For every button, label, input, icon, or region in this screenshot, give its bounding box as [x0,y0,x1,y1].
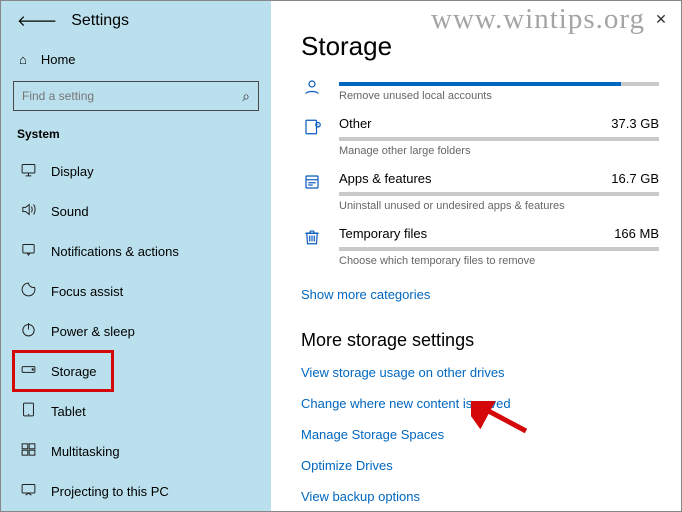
sidebar-item-multitasking[interactable]: Multitasking [13,431,259,471]
sidebar: 🡐 Settings ⌂ Home ⌕ System Display Sound [1,1,271,511]
search-input[interactable] [14,82,258,110]
more-settings-title: More storage settings [301,330,659,351]
category-subtext: Choose which temporary files to remove [339,255,659,267]
svg-text:?: ? [317,123,319,127]
other-icon: ? [301,116,323,157]
search-box[interactable]: ⌕ [13,81,259,111]
usage-bar [339,82,659,86]
sidebar-home[interactable]: ⌂ Home [13,46,259,81]
sidebar-item-projecting[interactable]: Projecting to this PC [13,471,259,511]
link-view-usage-other-drives[interactable]: View storage usage on other drives [301,365,659,380]
temp-icon [301,226,323,267]
notifications-icon [19,241,37,261]
sidebar-item-display[interactable]: Display [13,151,259,191]
sidebar-item-label: Sound [51,204,89,219]
usage-bar [339,137,659,141]
sidebar-item-label: Display [51,164,94,179]
usage-bar [339,247,659,251]
sidebar-item-label: Projecting to this PC [51,484,169,499]
multitasking-icon [19,441,37,461]
home-icon: ⌂ [19,52,27,67]
display-icon [19,161,37,181]
sidebar-item-label: Tablet [51,404,86,419]
category-subtext: Manage other large folders [339,145,659,157]
accounts-icon [301,76,323,102]
back-button[interactable]: 🡐 [17,11,57,30]
tablet-icon [19,401,37,421]
sound-icon [19,201,37,221]
sidebar-item-notifications[interactable]: Notifications & actions [13,231,259,271]
sidebar-item-label: Multitasking [51,444,120,459]
storage-category-accounts[interactable]: Remove unused local accounts [301,76,659,102]
page-title: Storage [301,31,659,62]
category-subtext: Uninstall unused or undesired apps & fea… [339,200,659,212]
link-optimize-drives[interactable]: Optimize Drives [301,458,659,473]
sidebar-item-sound[interactable]: Sound [13,191,259,231]
category-size: 166 MB [614,226,659,241]
sidebar-item-tablet[interactable]: Tablet [13,391,259,431]
link-manage-storage-spaces[interactable]: Manage Storage Spaces [301,427,659,442]
show-more-categories-link[interactable]: Show more categories [301,287,430,302]
storage-category-apps[interactable]: Apps & features 16.7 GB Uninstall unused … [301,171,659,212]
sidebar-item-focus[interactable]: Focus assist [13,271,259,311]
storage-category-temp[interactable]: Temporary files 166 MB Choose which tempo… [301,226,659,267]
focus-icon [19,281,37,301]
usage-bar [339,192,659,196]
category-subtext: Remove unused local accounts [339,90,659,102]
home-label: Home [41,52,76,67]
link-change-where-saved[interactable]: Change where new content is saved [301,396,659,411]
main-content: Storage Remove unused local accounts ? O… [271,1,681,511]
app-title: Settings [71,12,129,30]
sidebar-item-label: Notifications & actions [51,244,179,259]
link-view-backup-options[interactable]: View backup options [301,489,659,504]
sidebar-item-label: Power & sleep [51,324,135,339]
category-name: Apps & features [339,171,432,186]
sidebar-item-label: Storage [51,364,97,379]
storage-category-other[interactable]: ? Other 37.3 GB Manage other large folder… [301,116,659,157]
category-size: 37.3 GB [611,116,659,131]
sidebar-group-label: System [13,127,259,151]
category-name: Other [339,116,372,131]
projecting-icon [19,481,37,501]
storage-icon [19,361,37,381]
apps-icon [301,171,323,212]
category-name: Temporary files [339,226,427,241]
sidebar-item-label: Focus assist [51,284,123,299]
category-size: 16.7 GB [611,171,659,186]
sidebar-item-power[interactable]: Power & sleep [13,311,259,351]
power-icon [19,321,37,341]
sidebar-item-storage[interactable]: Storage [13,351,113,391]
close-button[interactable]: ✕ [647,5,675,33]
